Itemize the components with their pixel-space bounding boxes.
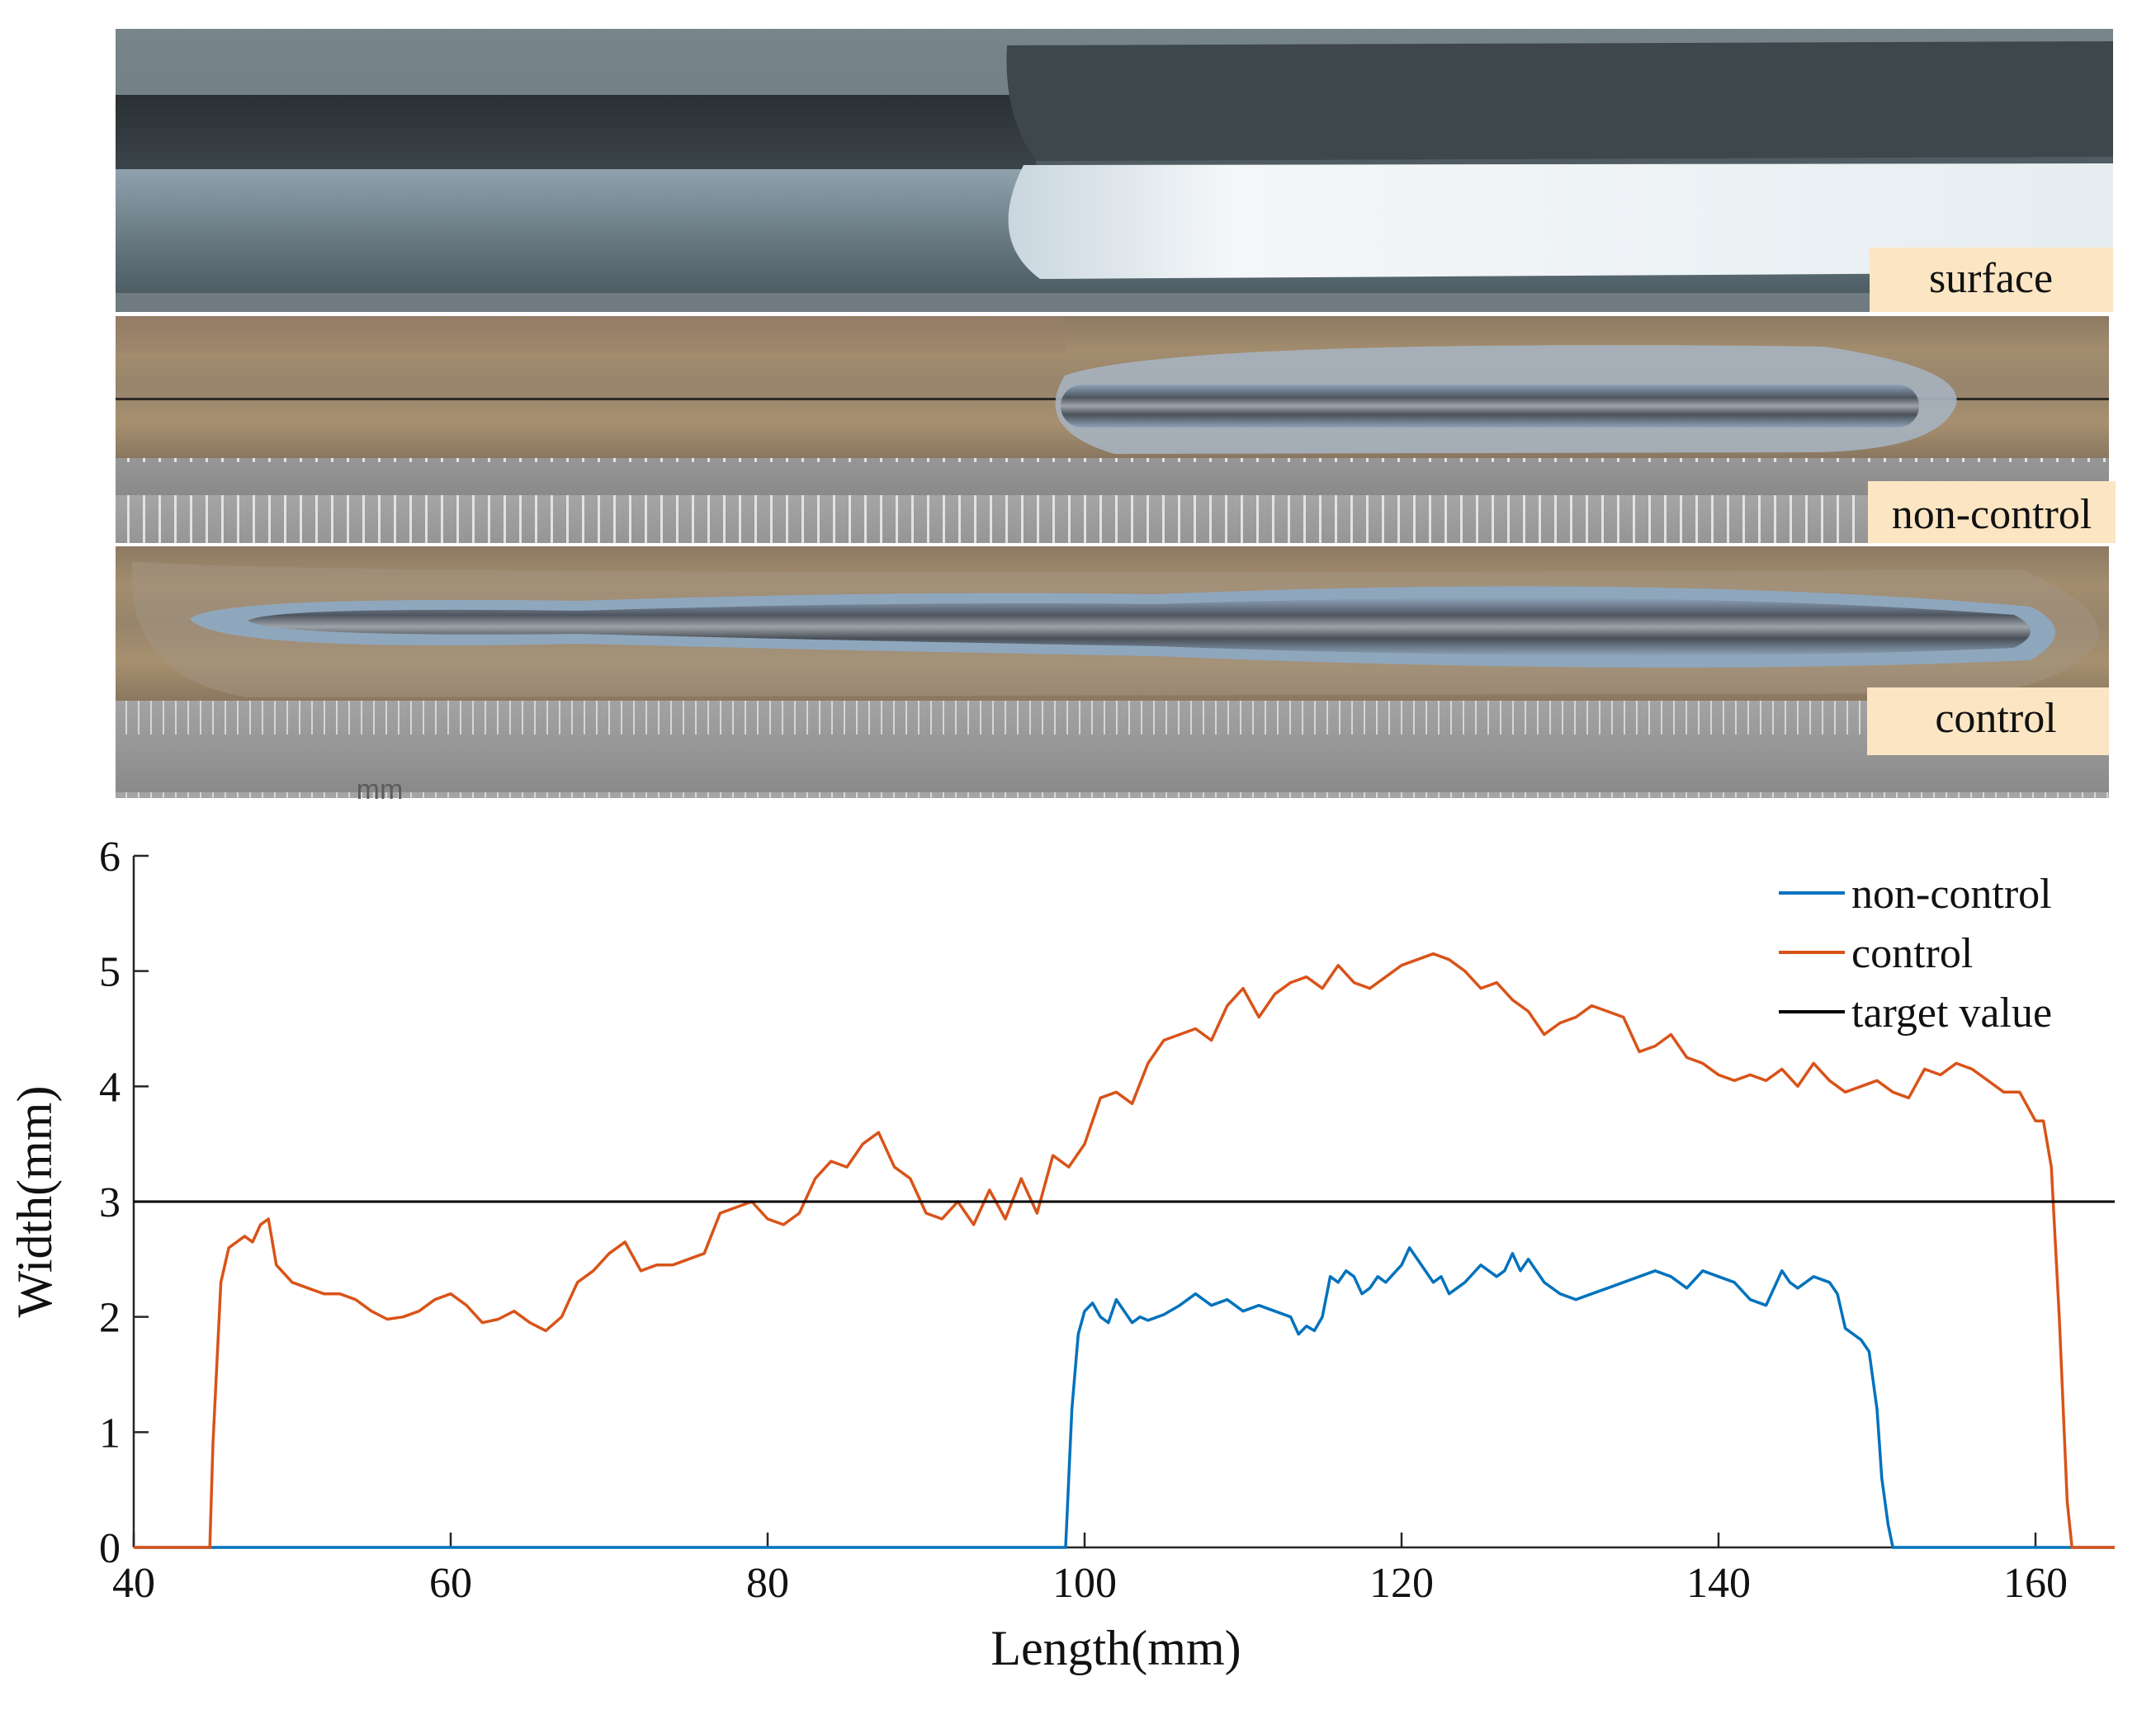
series-line-control	[134, 952, 2115, 1549]
y-tick-label: 6	[99, 834, 121, 881]
x-tick-label: 80	[746, 1560, 789, 1607]
x-tick-label: 140	[1686, 1560, 1751, 1607]
legend-entry: non-control	[1851, 871, 2052, 918]
y-tick-label: 3	[99, 1179, 121, 1226]
width-chart: 40 60 80 100 120 140 1600123456Length(mm)Width…	[7, 834, 2115, 1675]
x-tick-label: 160	[2003, 1560, 2068, 1607]
y-tick-label: 2	[99, 1295, 121, 1342]
series-line-non-control	[134, 1246, 2115, 1549]
x-axis-label: Length(mm)	[991, 1621, 1241, 1675]
legend-entry: target value	[1851, 990, 2052, 1037]
y-axis-label: Width(mm)	[7, 1086, 62, 1318]
y-tick-label: 1	[99, 1410, 121, 1457]
y-tick-label: 5	[99, 949, 121, 996]
y-tick-label: 4	[99, 1064, 121, 1111]
x-tick-label: 120	[1369, 1560, 1434, 1607]
y-tick-label: 0	[99, 1525, 121, 1572]
x-tick-label: 100	[1052, 1560, 1117, 1607]
x-tick-label: 60	[429, 1560, 472, 1607]
legend-entry: control	[1851, 930, 1973, 977]
